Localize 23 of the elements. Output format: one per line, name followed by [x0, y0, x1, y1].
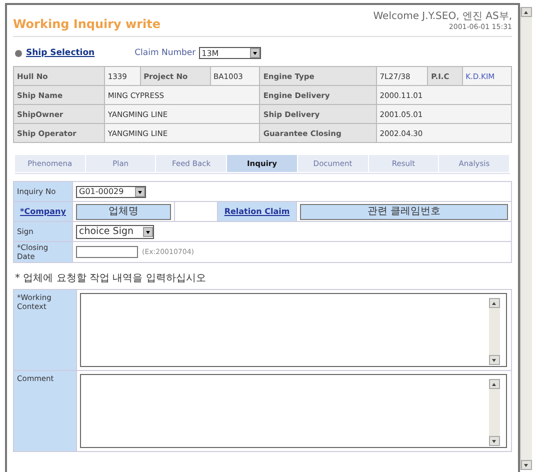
relation-claim-field[interactable]: 관련 클레임번호 [300, 204, 508, 220]
instruction-text: * 업체에 요청할 작업 내역을 입력하십시오 [15, 272, 207, 285]
bullet-icon [15, 50, 22, 56]
welcome-text: Welcome J.Y.SEO, 엔진 AS부, [373, 11, 512, 22]
scroll-down-icon[interactable] [489, 436, 500, 446]
text-area[interactable] [80, 374, 507, 448]
scrollbar[interactable] [489, 298, 500, 365]
sign-select[interactable]: choice Sign [76, 224, 154, 238]
scroll-down-icon[interactable] [521, 460, 532, 470]
text-area[interactable] [80, 293, 507, 367]
scroll-up-icon[interactable] [489, 298, 500, 308]
closing-date-field[interactable] [76, 246, 138, 258]
page-scrollbar[interactable] [520, 7, 532, 470]
claim-number-select[interactable]: 13M [198, 47, 261, 59]
ship-selection-link[interactable]: Ship Selection [26, 48, 95, 58]
scroll-up-icon[interactable] [489, 379, 500, 389]
scroll-up-icon[interactable] [521, 7, 532, 17]
inquiry-no-select[interactable]: G01-00029 [76, 186, 146, 198]
scrollbar[interactable] [489, 379, 500, 446]
company-field[interactable]: 업체명 [76, 204, 171, 220]
page-title: Working Inquiry write [13, 17, 161, 31]
scroll-down-icon[interactable] [489, 355, 500, 365]
claim-number-label: Claim Number [134, 48, 196, 58]
